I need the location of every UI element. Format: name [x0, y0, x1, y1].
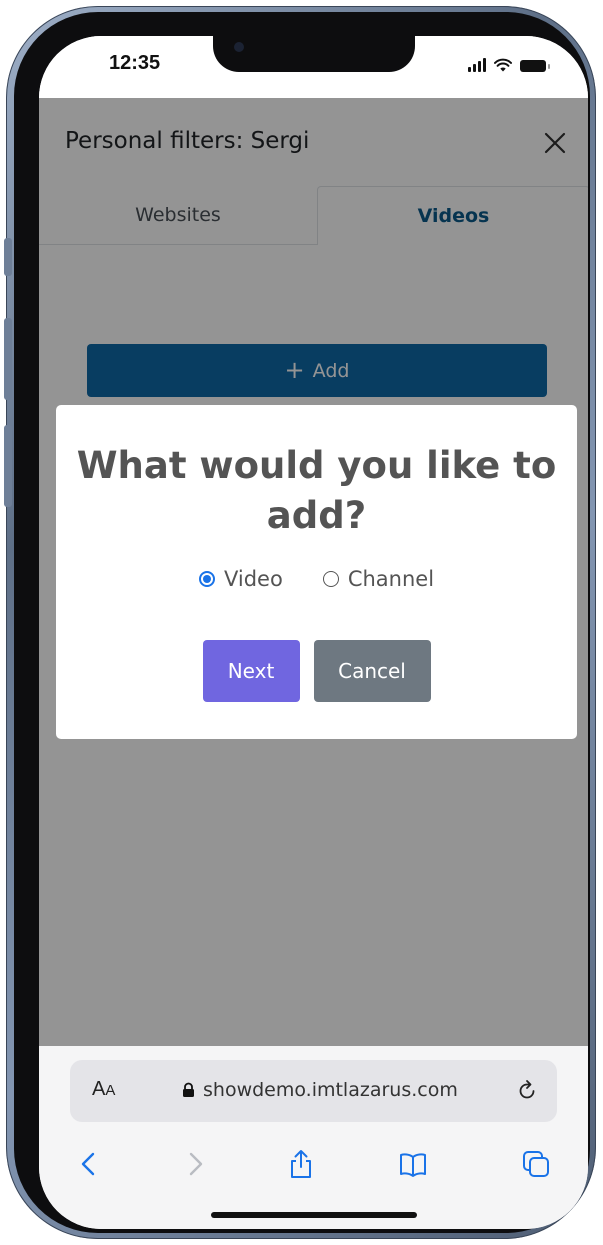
volume-up-button — [4, 318, 12, 400]
radio-button-channel[interactable] — [322, 571, 339, 587]
next-button[interactable]: Next — [202, 640, 300, 702]
status-time: 12:35 — [109, 52, 161, 74]
tabs-icon[interactable] — [520, 1148, 552, 1180]
lock-icon — [183, 1082, 194, 1097]
dialog-actions: Next Cancel — [56, 640, 577, 702]
home-indicator — [211, 1212, 417, 1218]
browser-bottom-bar: AA showdemo.imtlazarus.com — [39, 1046, 588, 1229]
radio-option-channel[interactable]: Channel — [322, 567, 435, 591]
radio-button-video[interactable] — [198, 571, 215, 587]
status-icons — [468, 56, 550, 72]
url-display[interactable]: showdemo.imtlazarus.com — [182, 1079, 458, 1101]
wifi-icon — [494, 58, 512, 72]
radio-option-video[interactable]: Video — [198, 567, 283, 591]
book-icon[interactable] — [397, 1148, 429, 1180]
cancel-button[interactable]: Cancel — [313, 640, 431, 702]
signal-icon — [468, 58, 486, 72]
radio-label-video: Video — [223, 567, 283, 591]
add-dialog: What would you like to add? Video Channe… — [56, 405, 577, 739]
silent-switch — [4, 238, 12, 276]
add-type-radio-group: Video Channel — [56, 567, 577, 591]
volume-down-button — [4, 425, 12, 507]
notch — [213, 36, 415, 72]
radio-label-channel: Channel — [347, 567, 435, 591]
chevron-left-icon[interactable] — [73, 1148, 105, 1180]
address-bar[interactable]: AA showdemo.imtlazarus.com — [70, 1060, 557, 1122]
chevron-right-icon[interactable] — [179, 1148, 211, 1180]
text-size-button[interactable]: AA — [92, 1078, 115, 1101]
share-icon[interactable] — [285, 1148, 317, 1180]
phone-screen: 12:35 Personal filters: Sergi Websites V… — [39, 36, 588, 1229]
battery-icon — [520, 60, 550, 72]
front-camera — [234, 42, 244, 52]
url-text: showdemo.imtlazarus.com — [203, 1079, 458, 1101]
browser-toolbar — [39, 1142, 588, 1192]
dialog-title: What would you like to add? — [76, 444, 557, 537]
text-size-small-a: A — [105, 1082, 116, 1099]
text-size-large-a: A — [92, 1078, 106, 1100]
status-bar: 12:35 — [39, 36, 588, 98]
reload-icon[interactable] — [515, 1078, 539, 1102]
